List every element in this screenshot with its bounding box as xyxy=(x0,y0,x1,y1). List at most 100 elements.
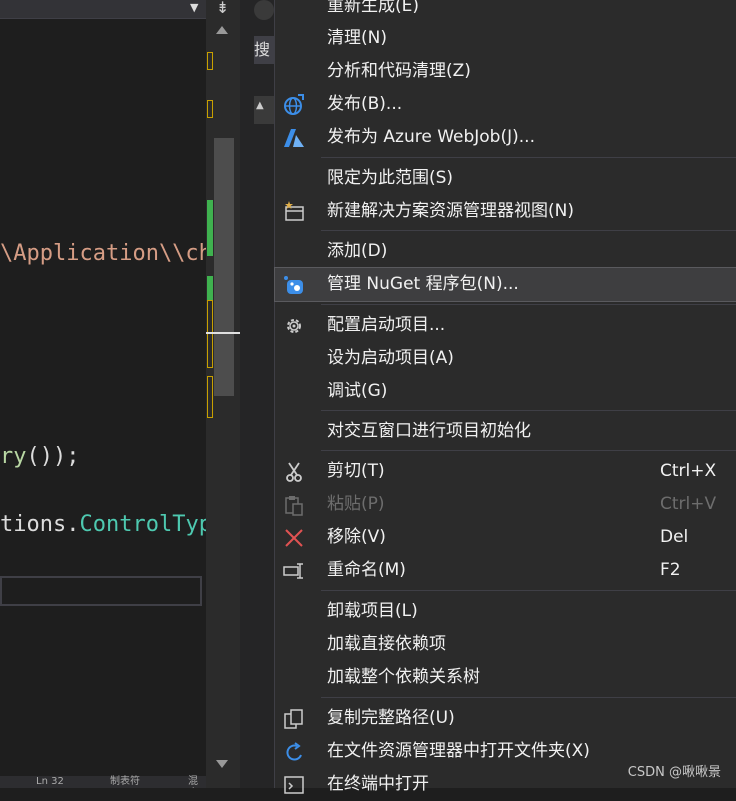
menu-item-label: 重新生成(E) xyxy=(327,0,420,16)
menu-item-configure-startup[interactable]: 配置启动项目... xyxy=(275,309,736,342)
menu-item-set-startup[interactable]: 设为启动项目(A) xyxy=(275,342,736,375)
code-editor[interactable]: ▼ \Application\\ch ry()); tions.ControlT… xyxy=(0,0,206,788)
solution-explorer-edge: 搜 ▲ xyxy=(240,0,274,788)
scroll-up-arrow-icon[interactable] xyxy=(216,26,228,34)
member-dropdown[interactable]: ▼ xyxy=(0,0,206,19)
code-fragment: ControlTyp xyxy=(79,512,206,537)
menu-item-label: 在文件资源管理器中打开文件夹(X) xyxy=(327,741,590,761)
added-marker xyxy=(207,276,213,300)
chevron-down-icon[interactable]: ▼ xyxy=(190,1,198,14)
context-menu: 重新生成(E) 清理(N) 分析和代码清理(Z) 发布(B)... 发布为 Az… xyxy=(274,0,736,794)
remove-x-icon xyxy=(283,527,305,549)
scissors-icon xyxy=(283,461,305,483)
menu-separator xyxy=(321,410,736,411)
menu-item-rebuild[interactable]: 重新生成(E) xyxy=(275,0,736,23)
menu-item-label: 在终端中打开 xyxy=(327,774,429,794)
added-marker xyxy=(207,200,213,256)
change-marker xyxy=(207,376,213,418)
menu-separator xyxy=(321,590,736,591)
menu-item-label: 移除(V) xyxy=(327,527,386,547)
open-folder-icon xyxy=(283,741,305,763)
menu-item-label: 卸载项目(L) xyxy=(327,601,418,621)
menu-item-load-direct[interactable]: 加载直接依赖项 xyxy=(275,628,736,661)
terminal-icon xyxy=(283,774,305,796)
menu-item-label: 发布(B)... xyxy=(327,94,403,114)
code-line-string: \Application\\ch xyxy=(0,241,206,266)
tree-node[interactable]: ▲ xyxy=(254,96,274,124)
menu-separator xyxy=(321,697,736,698)
menu-item-label: 清理(N) xyxy=(327,28,387,48)
menu-item-unload[interactable]: 卸载项目(L) xyxy=(275,595,736,628)
code-fragment: ()); xyxy=(26,444,80,469)
editor-statusbar: Ln 32 制表符 混合 xyxy=(0,776,206,788)
split-icon[interactable]: ⇟ xyxy=(206,0,240,18)
menu-item-interactive-init[interactable]: 对交互窗口进行项目初始化 xyxy=(275,415,736,448)
menu-item-label: 调试(G) xyxy=(327,381,388,401)
scroll-down-arrow-icon[interactable] xyxy=(216,760,228,768)
menu-item-shortcut: Ctrl+X xyxy=(660,461,717,481)
status-line: Ln 32 xyxy=(36,776,64,787)
watermark: CSDN @啾啾景 xyxy=(627,765,721,780)
code-line-type: tions.ControlTyp xyxy=(0,512,206,537)
find-box[interactable] xyxy=(0,576,202,606)
caret-position-marker xyxy=(206,332,240,334)
menu-item-load-tree[interactable]: 加载整个依赖关系树 xyxy=(275,661,736,694)
menu-item-label: 添加(D) xyxy=(327,241,388,261)
menu-item-remove[interactable]: 移除(V) Del xyxy=(275,521,736,554)
menu-item-cut[interactable]: 剪切(T) Ctrl+X xyxy=(275,455,736,488)
menu-item-label: 限定为此范围(S) xyxy=(327,168,454,188)
menu-item-clean[interactable]: 清理(N) xyxy=(275,22,736,55)
gear-icon xyxy=(283,315,305,337)
menu-item-label: 设为启动项目(A) xyxy=(327,348,454,368)
menu-item-label: 剪切(T) xyxy=(327,461,385,481)
status-mix: 混合 xyxy=(188,776,198,787)
menu-item-scope[interactable]: 限定为此范围(S) xyxy=(275,162,736,195)
menu-item-manage-nuget[interactable]: 管理 NuGet 程序包(N)... xyxy=(274,267,736,302)
menu-item-new-view[interactable]: 新建解决方案资源管理器视图(N) xyxy=(275,195,736,228)
code-fragment: ry xyxy=(0,444,27,469)
menu-item-label: 加载直接依赖项 xyxy=(327,634,446,654)
menu-item-debug[interactable]: 调试(G) xyxy=(275,375,736,408)
editor-scrollbar[interactable]: ⇟ xyxy=(206,0,240,788)
search-tab[interactable]: 搜 xyxy=(254,36,274,64)
menu-item-copy-path[interactable]: 复制完整路径(U) xyxy=(275,702,736,735)
copy-icon xyxy=(283,708,305,730)
azure-icon xyxy=(283,127,305,149)
code-line-call: ry()); xyxy=(0,444,79,469)
menu-separator xyxy=(321,304,736,305)
menu-item-shortcut: Ctrl+V xyxy=(660,494,717,514)
change-marker xyxy=(207,300,213,368)
globe-publish-icon xyxy=(283,94,305,116)
toolbar-icon[interactable] xyxy=(254,0,274,20)
menu-item-rename[interactable]: 重命名(M) F2 xyxy=(275,554,736,587)
menu-item-paste[interactable]: 粘贴(P) Ctrl+V xyxy=(275,488,736,521)
menu-item-label: 发布为 Azure WebJob(J)... xyxy=(327,127,535,147)
menu-item-label: 新建解决方案资源管理器视图(N) xyxy=(327,201,574,221)
new-view-icon xyxy=(283,201,305,223)
menu-item-analyze-cleanup[interactable]: 分析和代码清理(Z) xyxy=(275,55,736,88)
menu-item-shortcut: F2 xyxy=(660,560,681,580)
menu-item-label: 分析和代码清理(Z) xyxy=(327,61,471,81)
code-fragment: tions. xyxy=(0,512,80,537)
menu-item-label: 管理 NuGet 程序包(N)... xyxy=(327,274,519,294)
menu-item-publish[interactable]: 发布(B)... xyxy=(275,88,736,121)
menu-item-label: 对交互窗口进行项目初始化 xyxy=(327,421,531,441)
menu-separator xyxy=(321,230,736,231)
menu-item-add[interactable]: 添加(D) xyxy=(275,235,736,268)
status-tab: 制表符 xyxy=(110,776,140,787)
menu-item-label: 粘贴(P) xyxy=(327,494,385,514)
menu-item-label: 复制完整路径(U) xyxy=(327,708,455,728)
paste-icon xyxy=(283,494,305,516)
menu-item-label: 加载整个依赖关系树 xyxy=(327,667,480,687)
menu-item-label: 重命名(M) xyxy=(327,560,406,580)
menu-item-label: 配置启动项目... xyxy=(327,315,446,335)
nuget-icon xyxy=(283,274,305,296)
rename-icon xyxy=(283,560,305,582)
change-marker xyxy=(207,52,213,70)
menu-separator xyxy=(321,157,736,158)
menu-item-publish-azure[interactable]: 发布为 Azure WebJob(J)... xyxy=(275,121,736,154)
menu-item-shortcut: Del xyxy=(660,527,689,547)
scroll-thumb[interactable] xyxy=(214,138,234,396)
change-marker xyxy=(207,100,213,118)
menu-separator xyxy=(321,450,736,451)
